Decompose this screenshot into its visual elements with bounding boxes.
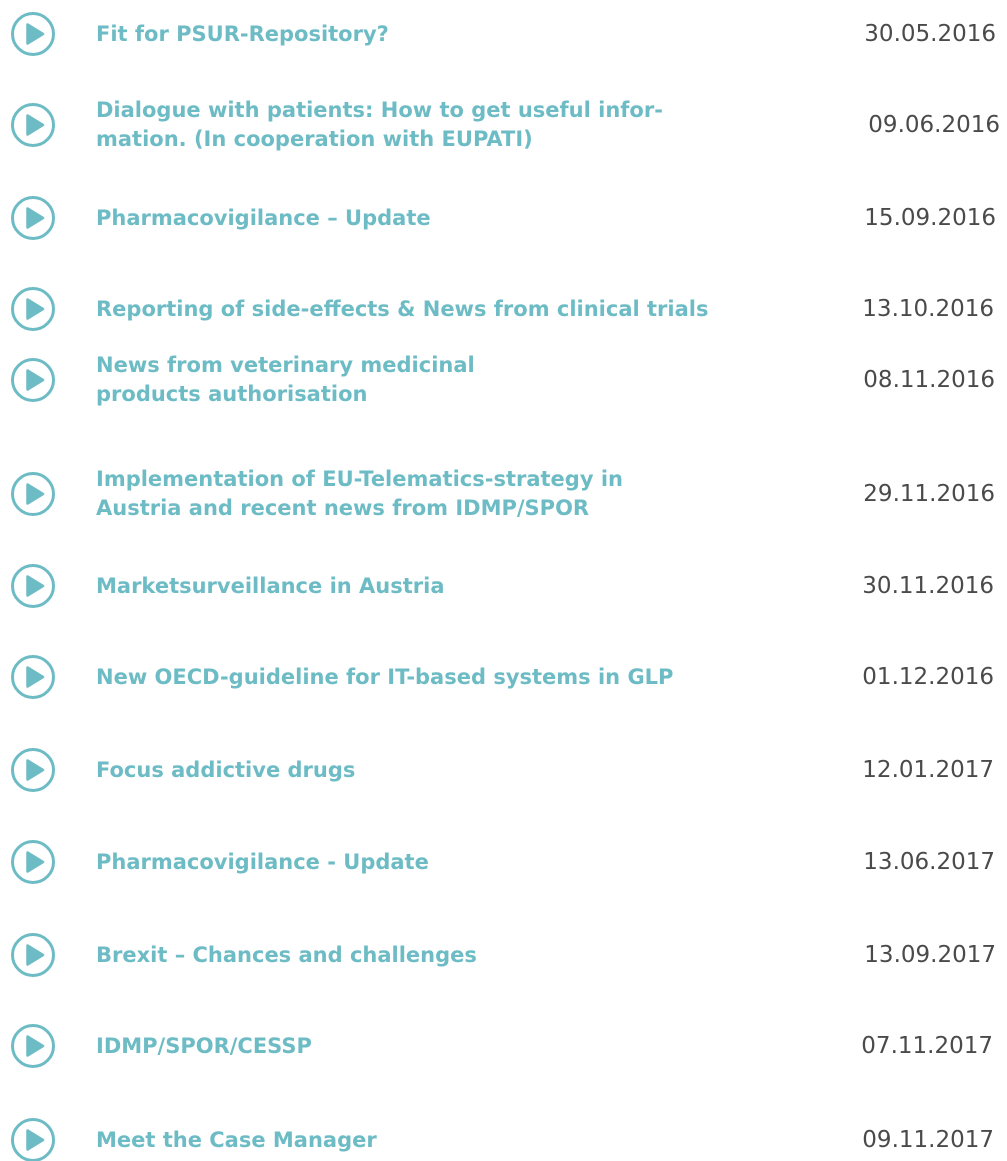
- play-button[interactable]: [10, 471, 56, 517]
- list-item: Meet the Case Manager 09.11.2017: [0, 1102, 1007, 1161]
- item-title-line: products authorisation: [96, 382, 368, 406]
- play-button[interactable]: [10, 747, 56, 793]
- item-date: 07.11.2017: [861, 1032, 993, 1059]
- item-date: 30.05.2016: [864, 20, 996, 47]
- play-button[interactable]: [10, 102, 56, 148]
- item-title-line: Marketsurveillance in Austria: [96, 573, 445, 598]
- play-button[interactable]: [10, 11, 56, 57]
- item-date: 15.09.2016: [864, 204, 996, 231]
- list-item: Implementation of EU-Telematics-strategy…: [0, 456, 1007, 532]
- item-title-link[interactable]: Implementation of EU-Telematics-strategy…: [96, 465, 796, 523]
- play-button[interactable]: [10, 357, 56, 403]
- list-item: Fit for PSUR-Repository? 30.05.2016: [0, 0, 1007, 72]
- play-circle-icon: [11, 564, 55, 608]
- item-title-line: Austria and recent news from IDMP/SPOR: [96, 496, 590, 520]
- play-circle-icon: [11, 103, 55, 147]
- list-item: Pharmacovigilance - Update 13.06.2017: [0, 824, 1007, 900]
- item-title-line: Fit for PSUR-Repository?: [96, 21, 389, 46]
- item-date: 01.12.2016: [862, 663, 994, 690]
- item-date: 09.11.2017: [862, 1126, 994, 1153]
- item-title-line: Reporting of side-effects & News from cl…: [96, 296, 709, 321]
- play-button[interactable]: [10, 932, 56, 978]
- play-button[interactable]: [10, 839, 56, 885]
- item-title-line: Pharmacovigilance - Update: [96, 849, 429, 874]
- play-circle-icon: [11, 655, 55, 699]
- play-button[interactable]: [10, 1023, 56, 1069]
- item-title-link[interactable]: Pharmacovigilance - Update: [96, 848, 796, 877]
- item-date: 08.11.2016: [863, 366, 995, 393]
- item-title-line: New OECD-guideline for IT-based systems …: [96, 664, 674, 689]
- play-button[interactable]: [10, 286, 56, 332]
- item-title-link[interactable]: Meet the Case Manager: [96, 1126, 796, 1155]
- item-title-line: Focus addictive drugs: [96, 757, 356, 782]
- item-title-line: IDMP/SPOR/CESSP: [96, 1033, 312, 1058]
- play-circle-icon: [11, 748, 55, 792]
- item-title-link[interactable]: Reporting of side-effects & News from cl…: [96, 295, 796, 324]
- play-button[interactable]: [10, 563, 56, 609]
- play-circle-icon: [11, 1024, 55, 1068]
- item-date: 13.09.2017: [864, 941, 996, 968]
- item-title-link[interactable]: News from veterinary medicinal products a…: [96, 351, 796, 409]
- item-date: 29.11.2016: [863, 480, 995, 507]
- item-title-line: Dialogue with patients: How to get usefu…: [96, 98, 663, 122]
- list-item: New OECD-guideline for IT-based systems …: [0, 639, 1007, 715]
- play-button[interactable]: [10, 1117, 56, 1161]
- play-circle-icon: [11, 287, 55, 331]
- item-title-link[interactable]: Focus addictive drugs: [96, 756, 796, 785]
- item-title-link[interactable]: Brexit – Chances and challenges: [96, 941, 796, 970]
- play-circle-icon: [11, 1118, 55, 1161]
- play-circle-icon: [11, 840, 55, 884]
- play-circle-icon: [11, 358, 55, 402]
- list-item: Pharmacovigilance – Update 15.09.2016: [0, 180, 1007, 256]
- item-title-link[interactable]: Dialogue with patients: How to get usefu…: [96, 96, 796, 154]
- list-item: Dialogue with patients: How to get usefu…: [0, 87, 1007, 163]
- item-title-line: Pharmacovigilance – Update: [96, 205, 431, 230]
- item-date: 13.10.2016: [862, 295, 994, 322]
- item-date: 30.11.2016: [862, 572, 994, 599]
- list-item: IDMP/SPOR/CESSP 07.11.2017: [0, 1008, 1007, 1084]
- item-title-link[interactable]: IDMP/SPOR/CESSP: [96, 1032, 796, 1061]
- item-title-link[interactable]: Marketsurveillance in Austria: [96, 572, 796, 601]
- item-title-link[interactable]: New OECD-guideline for IT-based systems …: [96, 663, 796, 692]
- webinar-list: Fit for PSUR-Repository? 30.05.2016 Dialog…: [0, 0, 1007, 1161]
- item-title-line: Implementation of EU-Telematics-strategy…: [96, 467, 623, 491]
- item-date: 12.01.2017: [862, 756, 994, 783]
- item-title-line: News from veterinary medicinal: [96, 353, 475, 377]
- list-item: Reporting of side-effects & News from cl…: [0, 271, 1007, 347]
- item-title-line: Brexit – Chances and challenges: [96, 942, 477, 967]
- list-item: Focus addictive drugs 12.01.2017: [0, 732, 1007, 808]
- item-title-link[interactable]: Fit for PSUR-Repository?: [96, 20, 796, 49]
- play-button[interactable]: [10, 195, 56, 241]
- list-item: News from veterinary medicinal products a…: [0, 342, 1007, 418]
- item-title-line: mation. (In cooperation with EUPATI): [96, 127, 533, 151]
- item-date: 13.06.2017: [863, 848, 995, 875]
- play-circle-icon: [11, 472, 55, 516]
- item-title-line: Meet the Case Manager: [96, 1127, 377, 1152]
- list-item: Brexit – Chances and challenges 13.09.201…: [0, 917, 1007, 993]
- item-date: 09.06.2016: [868, 111, 1000, 138]
- play-button[interactable]: [10, 654, 56, 700]
- list-item: Marketsurveillance in Austria 30.11.2016: [0, 548, 1007, 624]
- play-circle-icon: [11, 933, 55, 977]
- play-circle-icon: [11, 196, 55, 240]
- item-title-link[interactable]: Pharmacovigilance – Update: [96, 204, 796, 233]
- play-circle-icon: [11, 12, 55, 56]
